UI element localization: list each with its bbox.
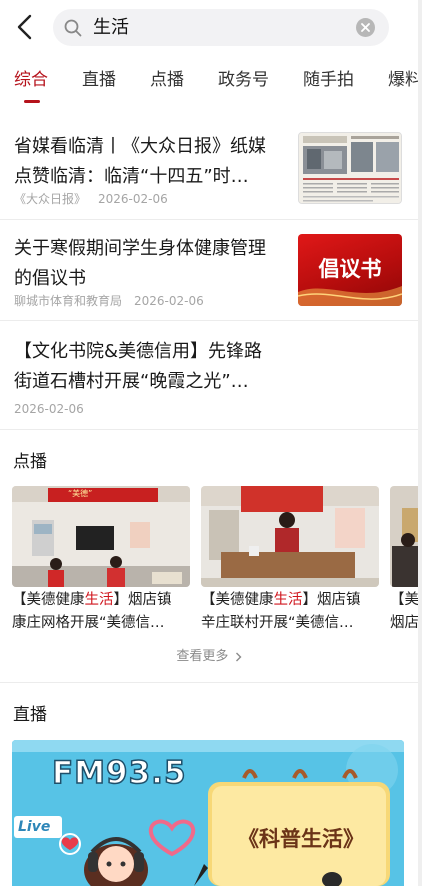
banner-text: “美德” — [68, 489, 93, 498]
news-source: 《大众日报》 — [14, 192, 87, 206]
vod-title-line: 【美德健康生活】烟店镇 — [12, 589, 190, 612]
chevron-left-icon — [17, 14, 32, 40]
news-date: 2026-02-06 — [14, 402, 84, 416]
view-more-label: 查看更多 — [176, 649, 229, 664]
live-banner[interactable]: FM93.5 Live 《科普生活》 — [12, 740, 404, 886]
search-icon — [64, 19, 82, 37]
vod-title: 【美德健康生活】烟店镇 辛庄联村开展“美德信… — [201, 589, 379, 635]
news-title-line: 【文化书院&美德信用】先锋路 — [14, 341, 263, 362]
tab-vod[interactable]: 点播 — [150, 69, 184, 91]
news-title-line: 关于寒假期间学生身体健康管理 — [14, 238, 266, 259]
thumbnail-text: 倡议书 — [318, 257, 382, 281]
news-date: 2026-02-06 — [98, 192, 168, 206]
vod-title-highlight: 生活 — [273, 592, 303, 608]
vod-title-suffix: 】烟店镇 — [302, 592, 361, 608]
tab-tipoff[interactable]: 爆料 — [388, 69, 422, 91]
vod-thumbnail: “美德” — [12, 486, 190, 587]
divider — [0, 682, 418, 683]
news-title: 关于寒假期间学生身体健康管理 的倡议书 — [14, 234, 266, 294]
vod-thumbnail — [390, 486, 418, 587]
vod-title: 【美 烟店 — [390, 589, 418, 635]
classroom-scene-image — [12, 486, 190, 587]
vod-title-prefix: 【美 — [390, 592, 418, 608]
vod-title-line: 辛庄联村开展“美德信… — [201, 615, 354, 631]
newspaper-image — [299, 133, 401, 203]
close-icon — [361, 23, 370, 32]
scene-image — [390, 486, 418, 587]
news-title-line: 省媒看临清丨《大众日报》纸媒 — [14, 136, 266, 157]
live-program-title: 《科普生活》 — [238, 827, 364, 851]
scrollbar[interactable] — [418, 0, 422, 886]
vod-title-suffix: 】烟店镇 — [113, 592, 172, 608]
vod-card[interactable]: 【美德健康生活】烟店镇 辛庄联村开展“美德信… — [201, 486, 379, 635]
news-thumbnail — [298, 132, 402, 204]
vod-title-line: 康庄网格开展“美德信… — [12, 615, 165, 631]
news-item[interactable]: 【文化书院&美德信用】先锋路 街道石槽村开展“晚霞之光”… 2026-02-06 — [0, 322, 418, 430]
back-button[interactable] — [10, 10, 38, 44]
news-title: 省媒看临清丨《大众日报》纸媒 点赞临清：临清“十四五”时… — [14, 132, 266, 192]
vod-card[interactable]: “美德” 【美德健康生活】烟店镇 康庄网格开展“美德信… — [12, 486, 190, 635]
vod-title-line: 【美 — [390, 589, 418, 612]
news-meta: 聊城市体育和教育局 2026-02-06 — [14, 293, 204, 309]
live-frequency: FM93.5 — [51, 754, 187, 792]
news-title-line: 街道石槽村开展“晚霞之光”… — [14, 371, 249, 392]
news-meta: 《大众日报》 2026-02-06 — [14, 191, 168, 207]
news-title-line: 点赞临清：临清“十四五”时… — [14, 166, 249, 187]
news-source: 聊城市体育和教育局 — [14, 294, 123, 308]
meeting-scene-image — [201, 486, 379, 587]
vod-title-line: 烟店 — [390, 615, 418, 631]
news-item[interactable]: 省媒看临清丨《大众日报》纸媒 点赞临清：临清“十四五”时… 《大众日报》 2026… — [0, 118, 418, 220]
news-date: 2026-02-06 — [134, 294, 204, 308]
top-bar: 生活 — [0, 0, 422, 56]
tab-live[interactable]: 直播 — [82, 69, 116, 91]
vod-title-prefix: 【美德健康 — [12, 592, 85, 608]
vod-title: 【美德健康生活】烟店镇 康庄网格开展“美德信… — [12, 589, 190, 635]
tab-gov-account[interactable]: 政务号 — [218, 69, 269, 91]
vod-thumbnail — [201, 486, 379, 587]
live-tag: Live — [18, 819, 51, 835]
view-more-link[interactable]: 查看更多 — [0, 648, 418, 666]
tab-comprehensive[interactable]: 综合 — [14, 69, 48, 91]
section-title-live: 直播 — [13, 705, 47, 725]
search-input[interactable]: 生活 — [93, 17, 129, 38]
tab-indicator — [24, 100, 40, 103]
news-thumbnail: 倡议书 — [298, 234, 402, 306]
section-title-vod: 点播 — [13, 452, 47, 472]
vod-title-line: 【美德健康生活】烟店镇 — [201, 589, 379, 612]
news-meta: 2026-02-06 — [14, 401, 84, 417]
news-title-line: 的倡议书 — [14, 268, 86, 289]
vod-card[interactable]: 【美 烟店 — [390, 486, 418, 635]
chevron-right-icon — [235, 652, 242, 661]
vod-title-highlight: 生活 — [84, 592, 114, 608]
vod-title-prefix: 【美德健康 — [201, 592, 274, 608]
search-box[interactable]: 生活 — [53, 9, 389, 46]
tab-snapshot[interactable]: 随手拍 — [303, 69, 354, 91]
news-title: 【文化书院&美德信用】先锋路 街道石槽村开展“晚霞之光”… — [14, 337, 262, 397]
news-item[interactable]: 关于寒假期间学生身体健康管理 的倡议书 聊城市体育和教育局 2026-02-06 … — [0, 221, 418, 321]
clear-search-button[interactable] — [356, 18, 375, 37]
category-tabs: 综合 直播 点播 政务号 随手拍 爆料 — [0, 56, 422, 106]
